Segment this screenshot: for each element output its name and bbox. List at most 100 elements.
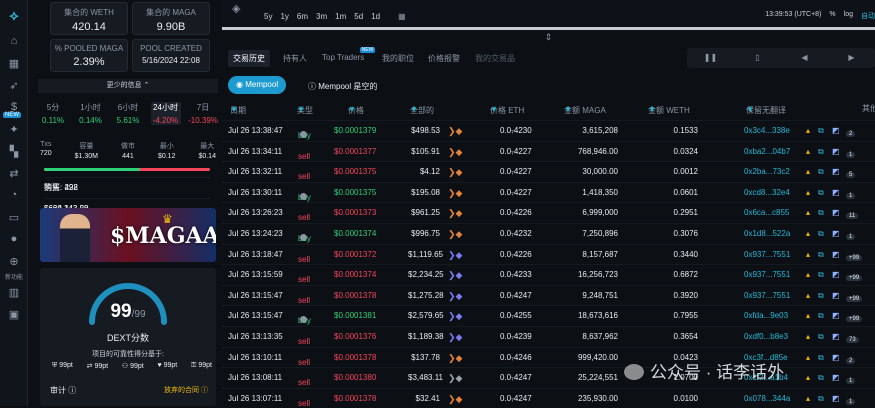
- maker-address[interactable]: 0x3c4...338e: [744, 126, 790, 135]
- chart-icon[interactable]: ◩: [832, 229, 840, 238]
- chart-icon[interactable]: ◩: [832, 250, 840, 259]
- timeframe-option[interactable]: 1d: [371, 12, 380, 21]
- table-row[interactable]: Jul 26 13:32:11 sell $0.0001375 $4.12 ❯◆ 0.0₇…: [222, 161, 875, 182]
- pie-icon[interactable]: ◔: [0, 184, 28, 206]
- less-info-toggle[interactable]: 更少的信息 ⌃: [38, 79, 218, 93]
- table-row[interactable]: Jul 26 13:34:11 sell $0.0001377 $105.91 ❯◆ 0.…: [222, 140, 875, 162]
- chart-icon[interactable]: ◩: [832, 332, 840, 341]
- tab-holders[interactable]: 持有人: [278, 50, 312, 67]
- swap-icon[interactable]: ⇄: [0, 162, 28, 184]
- chart-icon[interactable]: ◩: [832, 188, 840, 197]
- copy-icon[interactable]: ⧉: [818, 147, 824, 157]
- layers-icon[interactable]: ◈: [232, 2, 240, 15]
- timeframe-option[interactable]: 1m: [335, 12, 346, 21]
- period-tab-1h[interactable]: 1小时 0.14%: [76, 102, 106, 125]
- tab-trade-history[interactable]: 交易历史: [228, 50, 270, 67]
- timeframe-option[interactable]: 5d: [354, 12, 363, 21]
- percent-toggle[interactable]: %: [829, 11, 835, 21]
- rocket-icon[interactable]: ➶: [0, 74, 28, 96]
- image-icon[interactable]: ▣: [0, 303, 28, 325]
- copy-icon[interactable]: ⧉: [818, 167, 824, 177]
- maker-address[interactable]: 0xfda...9e03: [744, 311, 788, 320]
- logo-icon[interactable]: ⟡: [0, 0, 28, 30]
- calendar-icon[interactable]: ▦: [398, 12, 406, 21]
- tab-my-positions[interactable]: 我的职位: [377, 50, 419, 67]
- chart-icon[interactable]: ◩: [832, 126, 840, 135]
- tab-my-trades[interactable]: 我的交易品: [470, 50, 520, 67]
- maker-address[interactable]: 0x2ba...73c2: [744, 167, 790, 176]
- copy-icon[interactable]: ⧉: [818, 126, 824, 136]
- maker-address[interactable]: 0x6ca...c855: [744, 208, 789, 217]
- maker-address[interactable]: 0xcd8...32e4: [744, 188, 790, 197]
- table-row[interactable]: Jul 26 13:26:23 sell $0.0001373 $961.25 ❯◆ 0.…: [222, 202, 875, 223]
- maker-address[interactable]: 0x937...7551: [744, 270, 790, 279]
- copy-icon[interactable]: ⧉: [818, 208, 824, 218]
- resize-handle[interactable]: ⇕: [222, 33, 875, 42]
- copy-icon[interactable]: ▯: [734, 48, 781, 68]
- copy-icon[interactable]: ⧉: [818, 188, 824, 198]
- table-row[interactable]: Jul 26 13:07:11 sell $0.0001378 $32.41 ❯◆ 0.0…: [222, 387, 875, 408]
- period-tab-5m[interactable]: 5分 0.11%: [38, 102, 68, 125]
- maker-address[interactable]: 0x937...7551: [744, 291, 790, 300]
- auto-toggle[interactable]: 自动: [861, 11, 875, 21]
- table-row[interactable]: Jul 26 13:24:23buy$0.0001374$996.75❯◆0.0…: [222, 222, 875, 244]
- maker-address[interactable]: 0x078...344a: [744, 394, 790, 403]
- table-row[interactable]: Jul 26 13:13:35 sell $0.0001376 $1,189.38 ❯◆…: [222, 325, 875, 347]
- maker-address[interactable]: 0xba2...04b7: [744, 147, 790, 156]
- copy-icon[interactable]: ⧉: [818, 353, 824, 363]
- period-tab-24h[interactable]: 24小时 -4.20%: [150, 102, 181, 125]
- chart-icon[interactable]: ◩: [832, 353, 840, 362]
- home-icon[interactable]: ⌂: [0, 30, 28, 52]
- table-row[interactable]: Jul 26 13:18:47 sell $0.0001372 $1,119.65 ❯◆…: [222, 243, 875, 265]
- timeframe-option[interactable]: 5y: [264, 12, 272, 21]
- trade-price: $0.0001381: [334, 311, 377, 321]
- tab-price-alerts[interactable]: 价格报警: [423, 50, 465, 67]
- chart-icon[interactable]: ◩: [832, 208, 840, 217]
- chart-icon[interactable]: ◩: [832, 270, 840, 279]
- pause-icon[interactable]: ❚❚: [687, 48, 734, 68]
- copy-icon[interactable]: ⧉: [818, 229, 824, 239]
- copy-icon[interactable]: ⧉: [818, 311, 824, 321]
- chart-icon[interactable]: ◩: [832, 373, 840, 382]
- chart-icon[interactable]: ◩: [832, 311, 840, 320]
- copy-icon[interactable]: ⧉: [818, 332, 824, 342]
- renounced-contract-link[interactable]: 放弃的合同 ⓘ: [164, 385, 208, 395]
- chart-icon[interactable]: ◩: [832, 394, 840, 403]
- period-tab-7d[interactable]: 7日 -10.39%: [188, 102, 218, 125]
- chart-icon[interactable]: ◩: [832, 147, 840, 156]
- prev-icon[interactable]: ◀: [781, 48, 828, 68]
- table-row[interactable]: Jul 26 13:15:59 sell $0.0001374 $2,234.25 ❯◆…: [222, 264, 875, 285]
- tab-top-traders[interactable]: Top Traders NEW: [317, 47, 376, 65]
- plus-icon[interactable]: ⊕: [0, 250, 28, 272]
- copy-icon[interactable]: ⧉: [818, 270, 824, 280]
- next-icon[interactable]: ▶: [828, 48, 875, 68]
- copy-icon[interactable]: ⧉: [818, 394, 824, 404]
- trade-total: $1,119.65: [408, 249, 443, 259]
- col-others[interactable]: 其他: [862, 103, 875, 114]
- maker-address[interactable]: 0x1d8...522a: [744, 229, 790, 238]
- timeframe-option[interactable]: 6m: [297, 12, 308, 21]
- chart-icon[interactable]: ▦: [0, 52, 28, 74]
- maker-address[interactable]: 0x937...7551: [744, 250, 790, 259]
- copy-icon[interactable]: ⧉: [818, 373, 824, 383]
- chart-icon[interactable]: ◩: [832, 291, 840, 300]
- grid-icon[interactable]: ▚: [0, 140, 28, 162]
- mempool-button[interactable]: ◉ Mempool: [228, 76, 287, 94]
- flame-icon[interactable]: ✦ NEW: [0, 112, 28, 140]
- table-row[interactable]: Jul 26 13:15:47 sell $0.0001378 $1,275.28 ❯◆…: [222, 284, 875, 306]
- timeframe-option[interactable]: 3m: [316, 12, 327, 21]
- trade-price: $0.0001378: [334, 393, 377, 403]
- stats-icon[interactable]: ▥: [0, 281, 28, 303]
- log-toggle[interactable]: log: [844, 11, 853, 21]
- user-icon[interactable]: ●: [0, 228, 28, 250]
- copy-icon[interactable]: ⧉: [818, 250, 824, 260]
- maker-address[interactable]: 0xdf0...b8e3: [744, 332, 788, 341]
- wallet-icon[interactable]: ▭: [0, 206, 28, 228]
- timeframe-option[interactable]: 1y: [280, 12, 288, 21]
- period-tab-6h[interactable]: 6小时 5.61%: [113, 102, 143, 125]
- table-row[interactable]: Jul 26 13:30:11buy$0.0001375$195.08❯◆0.0…: [222, 181, 875, 203]
- table-row[interactable]: Jul 26 13:15:47buy$0.0001381$2,579.65❯◆0…: [222, 305, 875, 326]
- chart-icon[interactable]: ◩: [832, 167, 840, 176]
- table-row[interactable]: Jul 26 13:38:47buy$0.0001379$498.53❯◆0.0…: [222, 120, 875, 141]
- copy-icon[interactable]: ⧉: [818, 291, 824, 301]
